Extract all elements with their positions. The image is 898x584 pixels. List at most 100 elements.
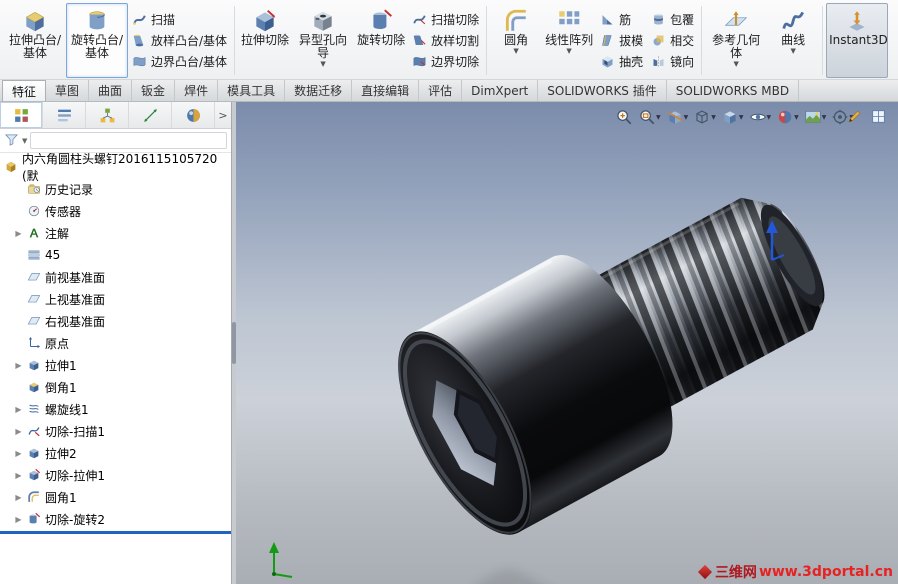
filter-input[interactable] xyxy=(30,132,227,149)
panel-tab-displaymanager[interactable] xyxy=(172,102,215,128)
dropdown-arrow-icon[interactable]: ▼ xyxy=(684,114,689,121)
swept-boss-button[interactable]: 扫描 xyxy=(132,11,227,28)
sketch-button[interactable] xyxy=(845,107,864,126)
dropdown-arrow-icon[interactable]: ▼ xyxy=(822,114,827,121)
expand-arrow-icon[interactable]: ▶ xyxy=(14,493,23,502)
dropdown-arrow-icon[interactable]: ▼ xyxy=(794,114,799,121)
ribbon-tab-5[interactable]: 模具工具 xyxy=(218,80,286,101)
panel-tab-configurationmanager[interactable] xyxy=(86,102,129,128)
rib-button[interactable]: 筋 xyxy=(600,11,643,28)
expand-arrow-icon[interactable]: ▶ xyxy=(14,405,23,414)
ribbon-tab-6[interactable]: 数据迁移 xyxy=(285,80,353,101)
grid-button[interactable] xyxy=(869,107,888,126)
hide-show-items-button[interactable]: ▼ xyxy=(748,107,773,127)
tree-item-13[interactable]: ▶ 切除-拉伸1 xyxy=(0,464,231,486)
dropdown-arrow-icon[interactable]: ▼ xyxy=(711,114,716,121)
draft-button[interactable]: 拔模 xyxy=(600,32,643,49)
grid-icon xyxy=(870,108,887,125)
dropdown-arrow-icon[interactable]: ▼ xyxy=(733,60,738,68)
zoom-fit-button[interactable] xyxy=(614,107,634,127)
fillet-button[interactable]: 圆角 ▼ xyxy=(490,3,542,78)
cut-extrude-icon xyxy=(27,468,41,482)
section-view-button[interactable]: ▼ xyxy=(665,107,690,127)
ribbon-tab-4[interactable]: 焊件 xyxy=(175,80,219,101)
ribbon-tab-1[interactable]: 草图 xyxy=(46,80,90,101)
tree-root-item[interactable]: 内六角圆柱头螺钉2016115105720 (默 xyxy=(0,153,231,183)
ribbon-tab-3[interactable]: 钣金 xyxy=(132,80,176,101)
revolved-boss-base-button[interactable]: 旋转凸台/基体 xyxy=(66,3,128,78)
ribbon-tab-8[interactable]: 评估 xyxy=(419,80,463,101)
ribbon-tab-7[interactable]: 直接编辑 xyxy=(352,80,420,101)
ribbon-tab-9[interactable]: DimXpert xyxy=(462,80,539,101)
edit-appearance-button[interactable]: ▼ xyxy=(775,107,800,127)
dropdown-arrow-icon[interactable]: ▼ xyxy=(767,114,772,121)
tree-item-9[interactable]: 倒角1 xyxy=(0,376,231,398)
tree-item-15[interactable]: ▶ 切除-旋转2 xyxy=(0,508,231,530)
tree-item-label: 传感器 xyxy=(45,204,82,219)
display-style-button[interactable]: ▼ xyxy=(720,107,745,127)
tree-item-1[interactable]: 传感器 xyxy=(0,200,231,222)
mirror-button[interactable]: 镜向 xyxy=(651,53,694,70)
hide-show-items-icon xyxy=(749,108,767,126)
dropdown-arrow-icon[interactable]: ▼ xyxy=(513,47,518,55)
boundary-cut-button[interactable]: 边界切除 xyxy=(412,53,479,70)
boundary-boss-button[interactable]: 边界凸台/基体 xyxy=(132,53,227,70)
dropdown-arrow-icon[interactable]: ▼ xyxy=(566,47,571,55)
tree-item-5[interactable]: 上视基准面 xyxy=(0,288,231,310)
extruded-cut-button[interactable]: 拉伸切除 xyxy=(238,3,292,78)
expand-arrow-icon[interactable]: ▶ xyxy=(14,229,23,238)
view-orientation-button[interactable]: ▼ xyxy=(692,107,717,127)
panel-tab-propertymanager[interactable] xyxy=(43,102,86,128)
dropdown-arrow-icon[interactable]: ▼ xyxy=(739,114,744,121)
panel-tab-dimxpertmanager[interactable] xyxy=(129,102,172,128)
intersect-icon xyxy=(651,33,666,48)
hole-wizard-button[interactable]: 异型孔向导 ▼ xyxy=(292,3,354,78)
watermark-site-name: 三维网 xyxy=(714,565,757,581)
swept-cut-button[interactable]: 扫描切除 xyxy=(412,11,479,28)
ribbon-tab-10[interactable]: SOLIDWORKS 插件 xyxy=(538,80,667,101)
expand-arrow-icon[interactable]: ▶ xyxy=(14,449,23,458)
wrap-button[interactable]: 包覆 xyxy=(651,11,694,28)
configurationmanager-icon xyxy=(99,107,116,124)
instant3d-button[interactable]: Instant3D xyxy=(826,3,889,78)
panel-chevron[interactable]: > xyxy=(215,102,231,128)
filter-caret-icon[interactable]: ▼ xyxy=(22,137,27,145)
instant3d-label: Instant3D xyxy=(829,33,888,47)
graphics-viewport[interactable]: ▼▼▼▼▼▼▼▼ 三维网 www.3dportal.cn xyxy=(236,102,898,584)
tree-item-6[interactable]: 右视基准面 xyxy=(0,310,231,332)
lofted-boss-button[interactable]: 放样凸台/基体 xyxy=(132,32,227,49)
expand-arrow-icon[interactable]: ▶ xyxy=(14,471,23,480)
tree-item-14[interactable]: ▶ 圆角1 xyxy=(0,486,231,508)
tree-item-8[interactable]: ▶ 拉伸1 xyxy=(0,354,231,376)
rollback-bar[interactable] xyxy=(0,531,231,534)
expand-arrow-icon[interactable]: ▶ xyxy=(14,427,23,436)
extruded-boss-base-button[interactable]: 拉伸凸台/基体 xyxy=(4,3,66,78)
ribbon-tab-0[interactable]: 特征 xyxy=(2,80,47,101)
linear-pattern-button[interactable]: 线性阵列 ▼ xyxy=(542,3,596,78)
panel-tab-featuremanager[interactable] xyxy=(0,102,43,128)
ribbon-tab-2[interactable]: 曲面 xyxy=(89,80,133,101)
curves-button[interactable]: 曲线 ▼ xyxy=(767,3,819,78)
expand-arrow-icon[interactable]: ▶ xyxy=(14,361,23,370)
tree-item-7[interactable]: 原点 xyxy=(0,332,231,354)
apply-scene-button[interactable]: ▼ xyxy=(803,107,828,127)
tree-item-10[interactable]: ▶ 螺旋线1 xyxy=(0,398,231,420)
ribbon-tab-11[interactable]: SOLIDWORKS MBD xyxy=(667,80,800,101)
tree-item-label: 倒角1 xyxy=(45,380,77,395)
tree-item-11[interactable]: ▶ 切除-扫描1 xyxy=(0,420,231,442)
reference-geometry-button[interactable]: 参考几何体 ▼ xyxy=(705,3,767,78)
shell-button[interactable]: 抽壳 xyxy=(600,53,643,70)
expand-arrow-icon[interactable]: ▶ xyxy=(14,515,23,524)
intersect-button[interactable]: 相交 xyxy=(651,32,694,49)
dropdown-arrow-icon[interactable]: ▼ xyxy=(320,60,325,68)
tree-item-2[interactable]: ▶ 注解 xyxy=(0,222,231,244)
view-orientation-icon xyxy=(693,108,711,126)
tree-item-12[interactable]: ▶ 拉伸2 xyxy=(0,442,231,464)
zoom-to-area-button[interactable]: ▼ xyxy=(637,107,662,127)
tree-item-3[interactable]: 45 xyxy=(0,244,231,266)
dropdown-arrow-icon[interactable]: ▼ xyxy=(790,47,795,55)
revolved-cut-button[interactable]: 旋转切除 xyxy=(354,3,408,78)
lofted-cut-button[interactable]: 放样切割 xyxy=(412,32,479,49)
dropdown-arrow-icon[interactable]: ▼ xyxy=(656,114,661,121)
tree-item-4[interactable]: 前视基准面 xyxy=(0,266,231,288)
